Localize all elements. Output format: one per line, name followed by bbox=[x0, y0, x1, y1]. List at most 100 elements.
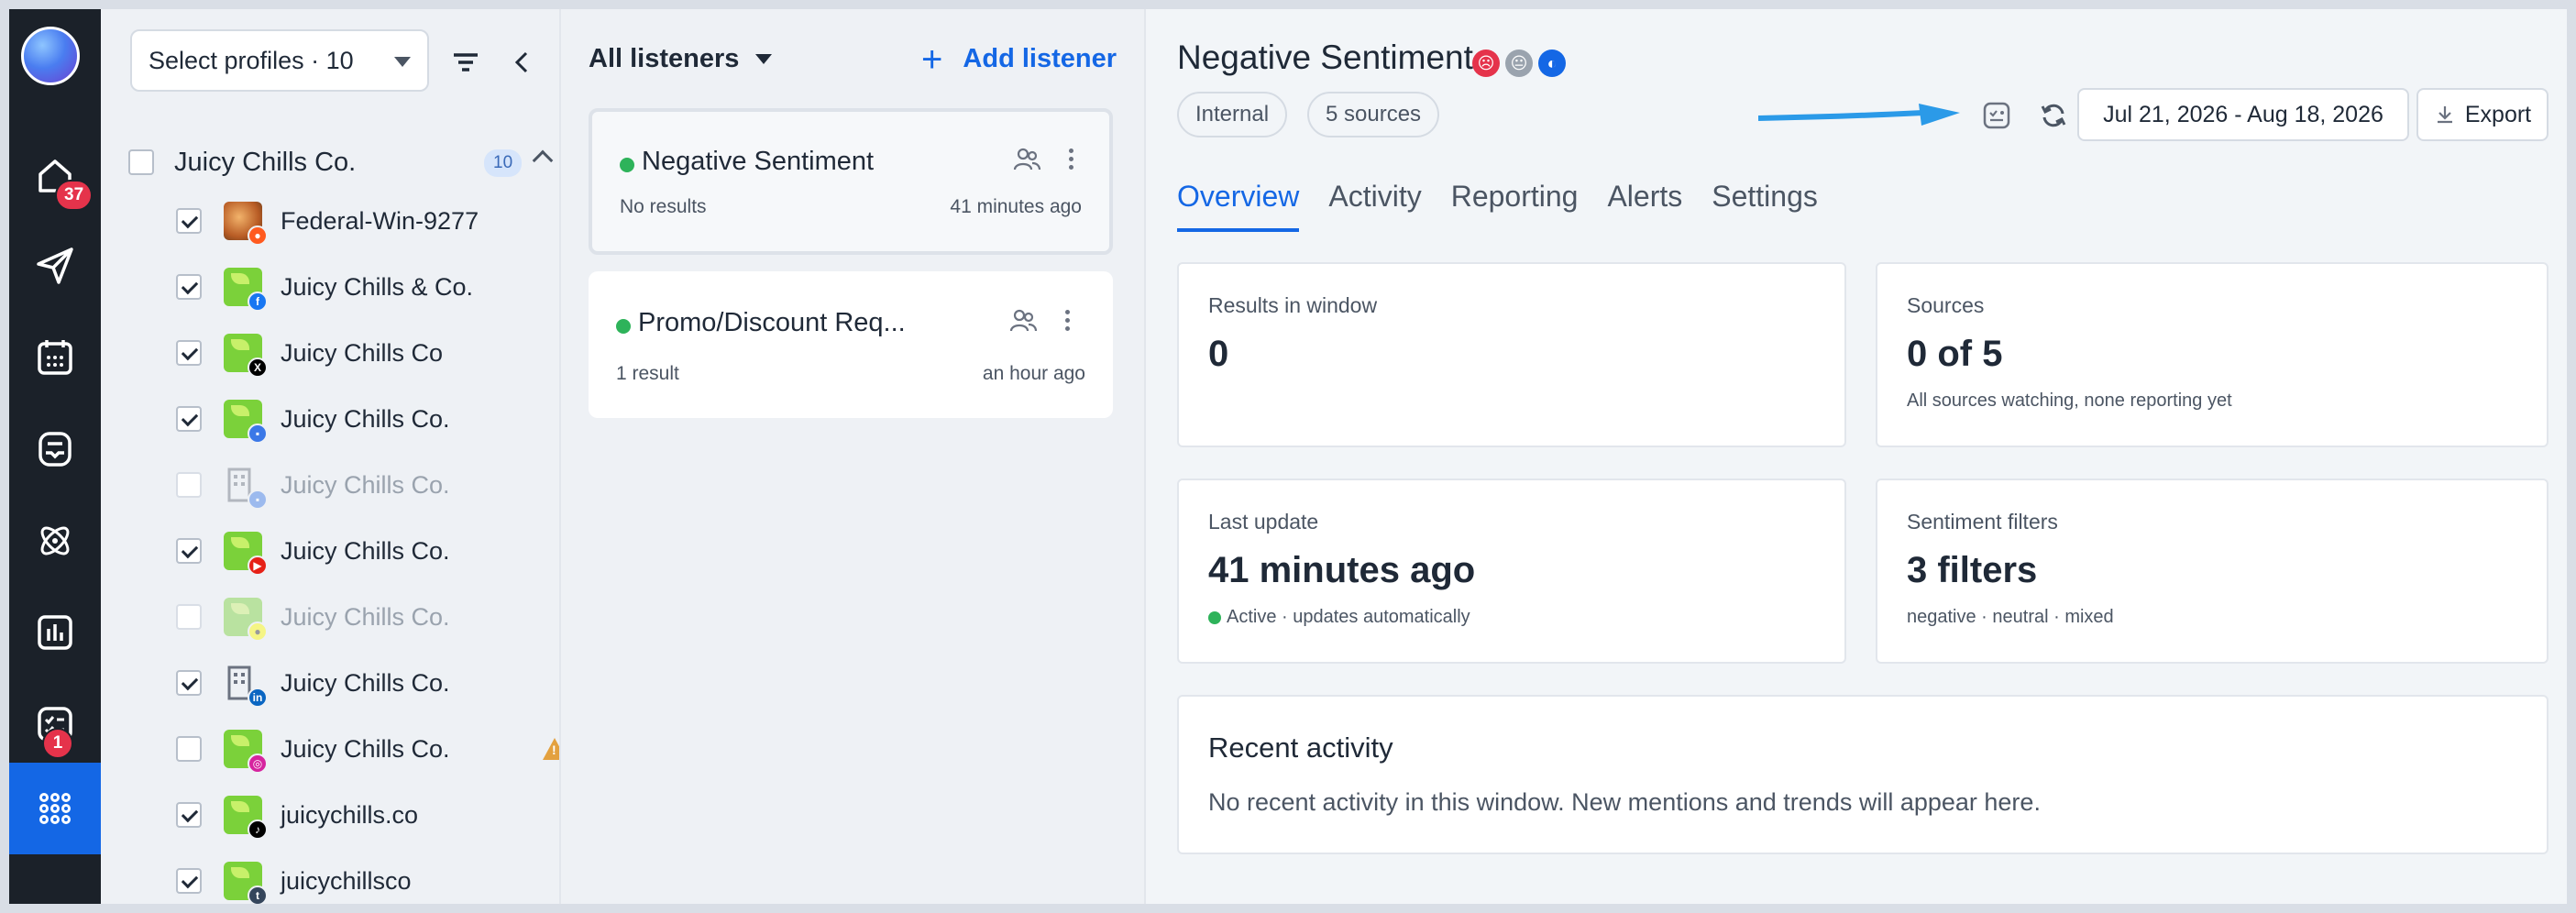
profile-checkbox[interactable] bbox=[176, 604, 202, 630]
team-icon[interactable] bbox=[1012, 145, 1041, 174]
apps-nav-item[interactable] bbox=[9, 763, 101, 854]
tasks-badge: 1 bbox=[42, 728, 73, 759]
reports-nav-item[interactable] bbox=[9, 592, 101, 673]
select-profiles-dropdown[interactable]: Select profiles · 10 bbox=[130, 29, 429, 92]
export-button[interactable]: Export bbox=[2416, 88, 2548, 141]
tab-alerts[interactable]: Alerts bbox=[1607, 180, 1682, 232]
filter-icon bbox=[454, 53, 478, 72]
add-listener-button[interactable]: + Add listener bbox=[921, 41, 1117, 78]
date-range-button[interactable]: Jul 21, 2026 - Aug 18, 2026 bbox=[2077, 88, 2409, 141]
profile-avatar: t bbox=[224, 862, 268, 904]
profile-name: juicychills.co bbox=[281, 800, 419, 829]
team-icon[interactable] bbox=[1008, 306, 1038, 336]
atom-icon bbox=[40, 526, 70, 556]
sentiment-filters-note: negative · neutral · mixed bbox=[1907, 607, 2114, 627]
profile-name: Juicy Chills & Co. bbox=[281, 272, 474, 301]
all-listeners-dropdown[interactable]: All listeners bbox=[589, 44, 773, 74]
status-dot bbox=[616, 319, 631, 334]
profile-checkbox[interactable] bbox=[176, 736, 202, 762]
chevron-left-icon bbox=[514, 51, 528, 73]
inbox-nav-item[interactable] bbox=[9, 409, 101, 490]
refresh-icon bbox=[2041, 104, 2066, 127]
profile-row[interactable]: t juicychillsco bbox=[176, 853, 552, 904]
listeners-panel: All listeners + Add listener Negative Se… bbox=[559, 9, 1146, 904]
last-update-value: 41 minutes ago bbox=[1208, 550, 1476, 590]
caret-down-icon bbox=[394, 57, 411, 67]
profile-row[interactable]: ◎ Juicy Chills Co. bbox=[176, 721, 552, 776]
profile-row[interactable]: ● Federal-Win-9277 bbox=[176, 193, 552, 248]
calendar-nav-item[interactable] bbox=[9, 317, 101, 398]
more-options-icon[interactable] bbox=[1063, 310, 1071, 331]
chevron-up-icon[interactable] bbox=[532, 149, 554, 171]
profile-avatar: ▶ bbox=[224, 532, 268, 576]
profile-checkbox[interactable] bbox=[176, 274, 202, 300]
profile-checkbox[interactable] bbox=[176, 472, 202, 498]
sources-note: All sources watching, none reporting yet bbox=[1907, 390, 2232, 411]
send-icon bbox=[37, 248, 73, 284]
sentiment-filters-value: 3 filters bbox=[1907, 550, 2038, 590]
left-rail: 37 1 bbox=[9, 9, 101, 904]
app-logo[interactable] bbox=[21, 27, 80, 85]
home-nav-item[interactable]: 37 bbox=[9, 136, 101, 216]
profile-checkbox[interactable] bbox=[176, 406, 202, 432]
add-listener-label: Add listener bbox=[963, 44, 1117, 73]
profile-name: Juicy Chills Co. bbox=[281, 602, 450, 631]
profile-row[interactable]: ▪ Juicy Chills Co. bbox=[176, 391, 552, 446]
calendar-icon bbox=[38, 340, 72, 375]
profile-avatar: ● bbox=[224, 202, 268, 246]
profile-name: Federal-Win-9277 bbox=[281, 206, 479, 235]
tab-reporting[interactable]: Reporting bbox=[1451, 180, 1579, 232]
profile-group-row[interactable]: Juicy Chills Co. 10 bbox=[128, 140, 554, 184]
filter-button[interactable] bbox=[447, 44, 484, 81]
group-checkbox[interactable] bbox=[128, 149, 154, 175]
select-profiles-label: Select profiles · 10 bbox=[149, 46, 354, 74]
profile-checkbox[interactable] bbox=[176, 670, 202, 696]
more-options-icon[interactable] bbox=[1067, 148, 1074, 170]
profile-row[interactable]: in Juicy Chills Co. bbox=[176, 655, 552, 710]
sources-chip: 5 sources bbox=[1307, 92, 1440, 138]
tab-overview[interactable]: Overview bbox=[1177, 180, 1300, 232]
profile-row[interactable]: ● Juicy Chills Co. bbox=[176, 589, 552, 644]
profile-checkbox[interactable] bbox=[176, 538, 202, 564]
listener-card[interactable]: Promo/Discount Req... 1 result an hour a… bbox=[589, 271, 1113, 418]
profile-checkbox[interactable] bbox=[176, 868, 202, 894]
tab-settings[interactable]: Settings bbox=[1712, 180, 1818, 232]
recent-activity-text: No recent activity in this window. New m… bbox=[1208, 788, 2041, 816]
profile-row[interactable]: ▪ Juicy Chills Co. bbox=[176, 457, 552, 512]
collapse-panel-button[interactable] bbox=[504, 44, 541, 81]
profile-checkbox[interactable] bbox=[176, 340, 202, 366]
profile-checkbox[interactable] bbox=[176, 802, 202, 828]
profile-row[interactable]: f Juicy Chills & Co. bbox=[176, 259, 552, 314]
group-name: Juicy Chills Co. bbox=[174, 147, 357, 177]
visibility-chip: Internal bbox=[1177, 92, 1288, 138]
all-listeners-label: All listeners bbox=[589, 44, 740, 73]
tab-activity[interactable]: Activity bbox=[1328, 180, 1421, 232]
page-title: Negative Sentiment bbox=[1177, 38, 1473, 76]
tumblr-icon: t bbox=[248, 886, 268, 904]
apps-grid-icon bbox=[39, 793, 71, 824]
last-update-note: Active · updates automatically bbox=[1208, 607, 1470, 628]
sentiment-report-button[interactable] bbox=[1978, 97, 2015, 134]
tasks-nav-item[interactable]: 1 bbox=[9, 684, 101, 764]
profile-row[interactable]: X Juicy Chills Co bbox=[176, 325, 552, 380]
publish-nav-item[interactable] bbox=[9, 226, 101, 306]
building-avatar: ▪ bbox=[224, 466, 268, 510]
snapchat-icon: ● bbox=[248, 622, 268, 642]
profile-avatar: f bbox=[224, 268, 268, 312]
active-status-dot bbox=[1208, 610, 1221, 624]
refresh-button[interactable] bbox=[2035, 97, 2072, 134]
results-label: Results in window bbox=[1208, 293, 1378, 317]
listening-nav-item[interactable] bbox=[9, 500, 101, 581]
detail-header: Negative Sentiment ☹ 😐 ◐ Internal 5 sour… bbox=[1146, 9, 2567, 235]
listener-card[interactable]: Negative Sentiment No results 41 minutes… bbox=[589, 108, 1113, 255]
recent-activity-card: Recent activity No recent activity in th… bbox=[1177, 695, 2548, 854]
reddit-icon: ● bbox=[248, 226, 268, 246]
profile-checkbox[interactable] bbox=[176, 208, 202, 234]
caret-down-icon bbox=[755, 54, 773, 64]
profile-row[interactable]: ♪ juicychills.co bbox=[176, 787, 552, 842]
annotation-arrow bbox=[1758, 104, 1960, 126]
profile-avatar: ◎ bbox=[224, 730, 268, 774]
profile-row[interactable]: ▶ Juicy Chills Co. bbox=[176, 523, 552, 578]
app-window: 37 1 Select profiles · 10 Juicy Chills C… bbox=[9, 9, 2567, 904]
last-update-note-text: Active · updates automatically bbox=[1227, 607, 1470, 627]
